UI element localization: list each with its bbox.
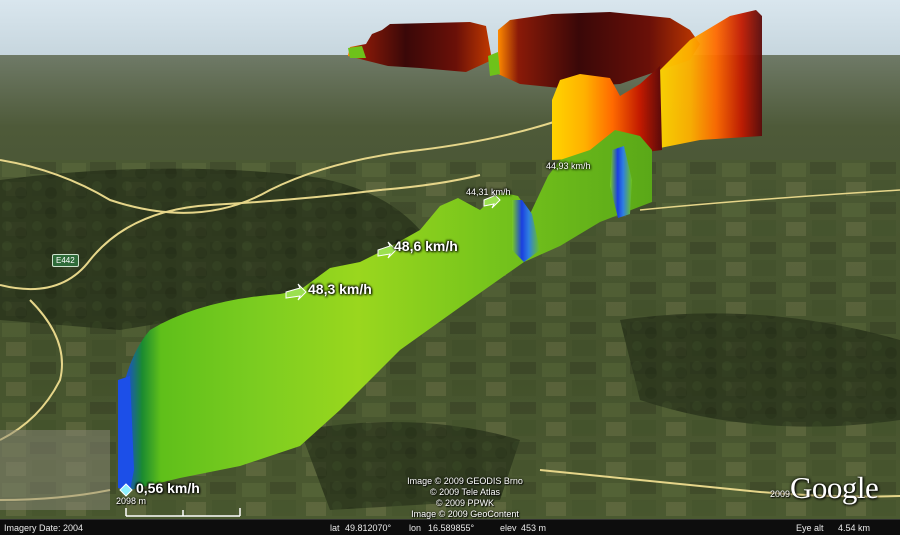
- status-bar: Imagery Date: 2004 lat 49.812070° lon 16…: [0, 519, 900, 535]
- credit-line: Image © 2009 GEODIS Brno: [407, 476, 523, 486]
- speed-label: 48,3 km/h: [308, 281, 372, 297]
- credit-line: © 2009 Tele Atlas: [429, 487, 500, 497]
- scale-left-value: 2098 m: [116, 496, 147, 506]
- eye-alt-value: 4.54 km: [838, 523, 871, 533]
- credit-line: © 2009 PPWK: [435, 498, 495, 508]
- imagery-credits: Image © 2009 GEODIS Brno © 2009 Tele Atl…: [385, 476, 545, 520]
- speed-wall-far-green: [488, 52, 500, 76]
- town: [0, 430, 110, 510]
- road-shield-label: E442: [52, 254, 79, 267]
- speed-label: 44,93 km/h: [546, 161, 591, 171]
- speed-label: 44,31 km/h: [466, 187, 511, 197]
- lon-value: 16.589855°: [428, 523, 475, 533]
- speed-label: 48,6 km/h: [394, 238, 458, 254]
- speed-label-start: 0,56 km/h: [136, 480, 200, 496]
- scale-right-value: 2009: [770, 489, 791, 499]
- elev-label: elev: [500, 523, 517, 533]
- map-viewport[interactable]: 0,56 km/h 48,3 km/h 48,6 km/h 44,31 km/h…: [0, 0, 900, 535]
- lat-value: 49.812070°: [345, 523, 392, 533]
- lat-label: lat: [330, 523, 340, 533]
- terrain-3d-view[interactable]: [0, 0, 900, 535]
- google-logo: Google: [790, 470, 879, 505]
- elev-value: 453 m: [521, 523, 547, 533]
- eye-alt-label: Eye alt: [796, 523, 824, 533]
- lon-label: lon: [409, 523, 422, 533]
- imagery-date: Imagery Date: 2004: [4, 523, 84, 533]
